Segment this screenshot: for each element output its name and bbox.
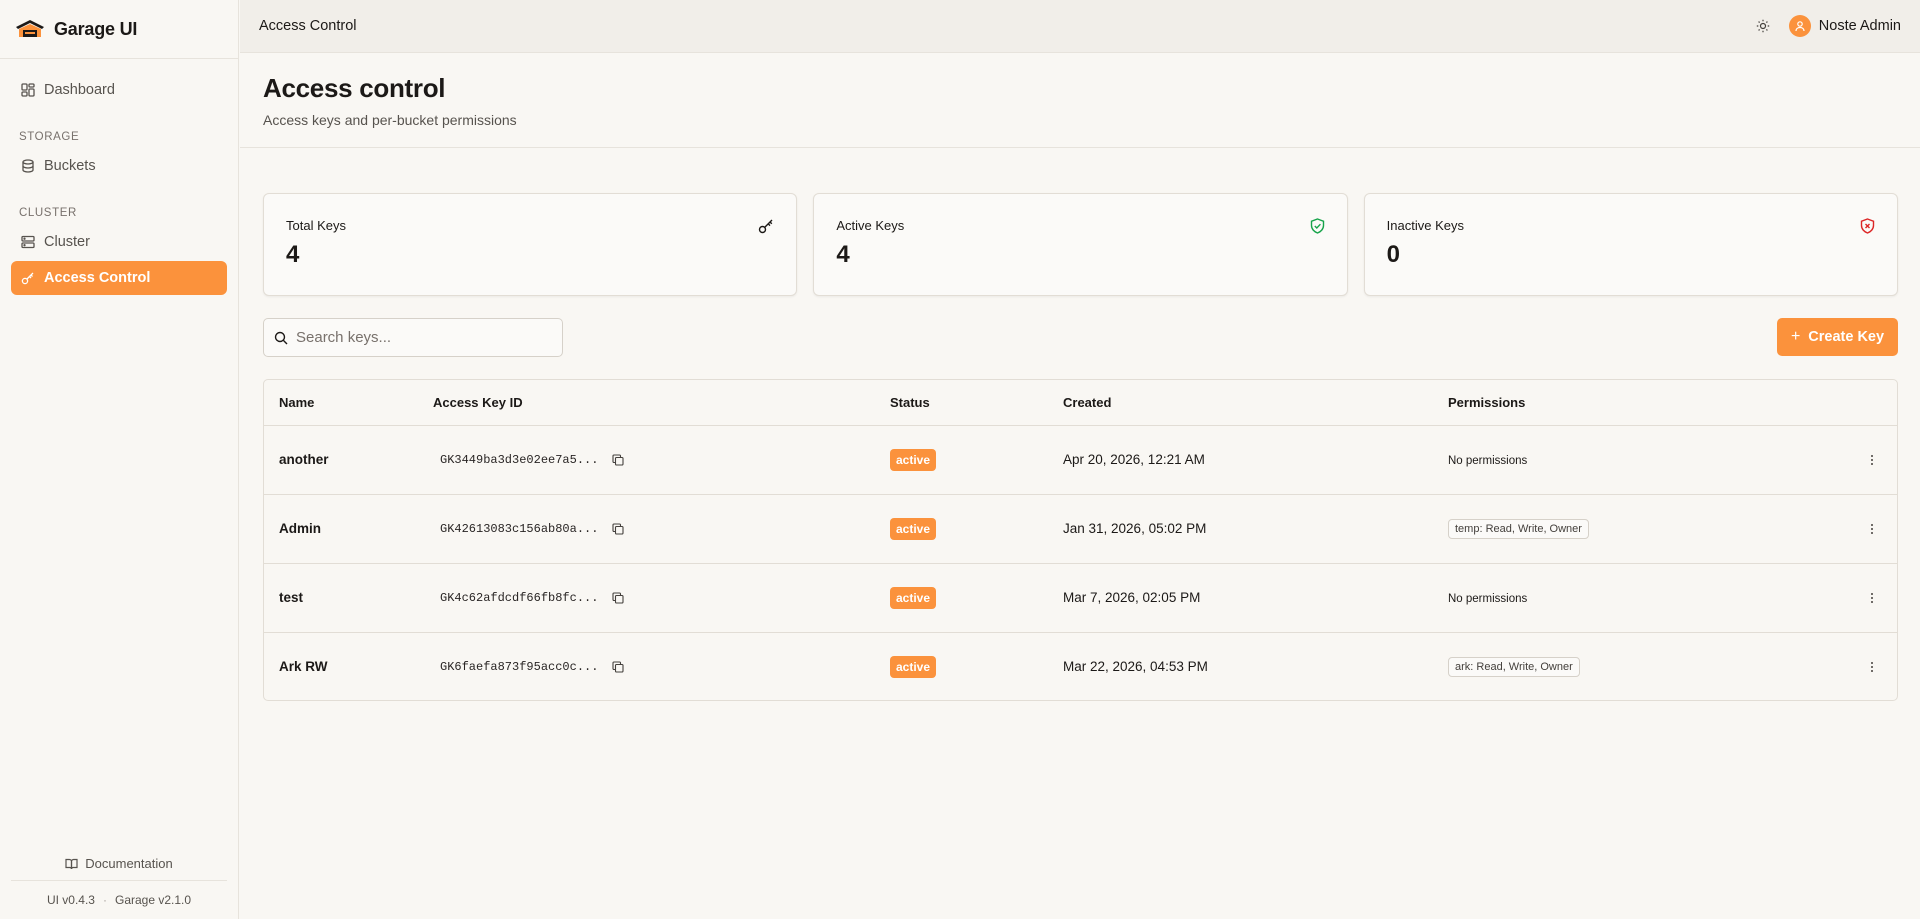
created-date: Mar 7, 2026, 02:05 PM — [1063, 590, 1201, 605]
sidebar-item-label: Dashboard — [44, 82, 115, 98]
column-header-permissions: Permissions — [1448, 380, 1847, 426]
create-key-button[interactable]: + Create Key — [1777, 318, 1898, 356]
permissions-text: No permissions — [1448, 455, 1528, 467]
access-key-id: GK6faefa873f95acc0c... — [440, 659, 599, 674]
table-row[interactable]: Ark RW GK6faefa873f95acc0c... active Mar… — [264, 632, 1897, 700]
create-key-label: Create Key — [1808, 329, 1885, 345]
status-badge: active — [890, 517, 937, 540]
stat-label: Inactive Keys — [1386, 218, 1464, 233]
keys-toolbar: + Create Key — [263, 318, 1898, 358]
avatar[interactable] — [1788, 15, 1811, 37]
ui-version: UI v0.4.3 — [46, 893, 95, 907]
access-key-id: GK4c62afdcdf66fb8fc... — [440, 590, 599, 605]
shield-x-icon — [1860, 218, 1875, 234]
key-name: Admin — [279, 521, 321, 536]
status-badge: active — [890, 655, 937, 678]
stat-value: 0 — [1386, 241, 1401, 268]
shield-check-icon — [1310, 218, 1325, 234]
keys-table: Name Access Key ID Status Created Permis… — [263, 379, 1898, 701]
stat-label: Total Keys — [286, 218, 346, 233]
permission-chip: temp: Read, Write, Owner — [1448, 518, 1589, 539]
status-badge: active — [890, 448, 937, 471]
sun-icon — [1756, 19, 1769, 33]
garage-version: Garage v2.1.0 — [114, 893, 192, 907]
stat-value: 4 — [836, 241, 850, 268]
column-header-created: Created — [1063, 380, 1448, 426]
more-vertical-icon[interactable] — [1847, 592, 1897, 604]
book-icon — [65, 858, 78, 870]
user-name[interactable]: Noste Admin — [1819, 18, 1901, 34]
table-row[interactable]: test GK4c62afdcdf66fb8fc... active Mar 7… — [264, 563, 1897, 632]
table-row[interactable]: Admin GK42613083c156ab80a... active Jan … — [264, 494, 1897, 563]
topbar: Access Control Noste Admin — [240, 0, 1920, 53]
separator-dot: · — [102, 893, 107, 907]
search-input[interactable] — [296, 329, 546, 346]
garage-logo-icon — [16, 20, 44, 37]
permission-chip: ark: Read, Write, Owner — [1448, 656, 1580, 677]
sidebar-footer: Documentation UI v0.4.3 · Garage v2.1.0 — [11, 847, 227, 919]
created-date: Apr 20, 2026, 12:21 AM — [1063, 452, 1205, 467]
table-row[interactable]: another GK3449ba3d3e02ee7a5... active Ap… — [264, 425, 1897, 494]
page-subtitle: Access keys and per-bucket permissions — [263, 112, 517, 128]
documentation-label: Documentation — [85, 856, 173, 871]
key-name: another — [279, 452, 329, 467]
key-icon — [758, 218, 774, 234]
created-date: Mar 22, 2026, 04:53 PM — [1063, 659, 1208, 675]
brand[interactable]: Garage UI — [0, 0, 238, 59]
stat-label: Active Keys — [836, 218, 905, 233]
more-vertical-icon[interactable] — [1847, 454, 1897, 466]
page-title: Access control — [263, 73, 446, 103]
key-name: Ark RW — [279, 659, 328, 675]
key-name: test — [279, 590, 304, 605]
app-name: Garage UI — [54, 18, 138, 39]
search-icon — [274, 331, 288, 345]
column-header-status: Status — [890, 380, 1063, 426]
copy-icon[interactable] — [612, 522, 624, 535]
sidebar-item-access-control[interactable]: Access Control — [11, 261, 227, 295]
sidebar-section-cluster: CLUSTER — [19, 207, 77, 219]
search-box[interactable] — [263, 318, 563, 357]
created-date: Jan 31, 2026, 05:02 PM — [1063, 521, 1207, 536]
page-header: Access control Access keys and per-bucke… — [240, 54, 1920, 148]
sidebar-item-label: Buckets — [44, 158, 96, 174]
table-header-row: Name Access Key ID Status Created Permis… — [264, 380, 1897, 426]
sidebar-item-buckets[interactable]: Buckets — [11, 149, 227, 183]
more-vertical-icon[interactable] — [1847, 661, 1897, 673]
sidebar: Garage UI Dashboard STORAGE Buckets CLUS… — [0, 0, 239, 919]
copy-icon[interactable] — [612, 591, 624, 604]
stat-card-active-keys: Active Keys 4 — [813, 193, 1348, 296]
key-icon — [21, 271, 35, 285]
access-key-id: GK3449ba3d3e02ee7a5... — [440, 452, 599, 467]
sidebar-item-dashboard[interactable]: Dashboard — [11, 73, 227, 107]
sidebar-item-label: Access Control — [44, 270, 151, 286]
access-key-id: GK42613083c156ab80a... — [440, 521, 599, 536]
stat-card-inactive-keys: Inactive Keys 0 — [1363, 193, 1898, 296]
sidebar-item-cluster[interactable]: Cluster — [11, 225, 227, 259]
breadcrumb: Access Control — [259, 18, 357, 34]
sidebar-section-storage: STORAGE — [19, 131, 80, 143]
copy-icon[interactable] — [612, 661, 624, 673]
stats-cards: Total Keys 4 Active Keys 4 Inactive Keys… — [263, 193, 1898, 296]
topbar-right: Noste Admin — [1749, 12, 1901, 40]
status-badge: active — [890, 586, 937, 609]
column-header-actions — [1847, 380, 1897, 426]
column-header-name: Name — [264, 380, 433, 426]
documentation-link[interactable]: Documentation — [11, 847, 227, 881]
stat-value: 4 — [286, 241, 300, 268]
more-vertical-icon[interactable] — [1847, 523, 1897, 535]
database-icon — [21, 159, 35, 173]
plus-icon: + — [1790, 328, 1801, 345]
dashboard-icon — [21, 83, 35, 97]
sidebar-nav: Dashboard STORAGE Buckets CLUSTER Cluste… — [0, 59, 238, 303]
stat-card-total-keys: Total Keys 4 — [263, 193, 798, 296]
copy-icon[interactable] — [612, 453, 624, 466]
server-icon — [21, 235, 35, 249]
permissions-text: No permissions — [1448, 593, 1528, 605]
sidebar-item-label: Cluster — [44, 234, 90, 250]
version-info: UI v0.4.3 · Garage v2.1.0 — [11, 881, 227, 919]
column-header-access-key-id: Access Key ID — [433, 380, 890, 426]
user-icon — [1795, 21, 1805, 32]
theme-toggle-button[interactable] — [1749, 12, 1777, 40]
